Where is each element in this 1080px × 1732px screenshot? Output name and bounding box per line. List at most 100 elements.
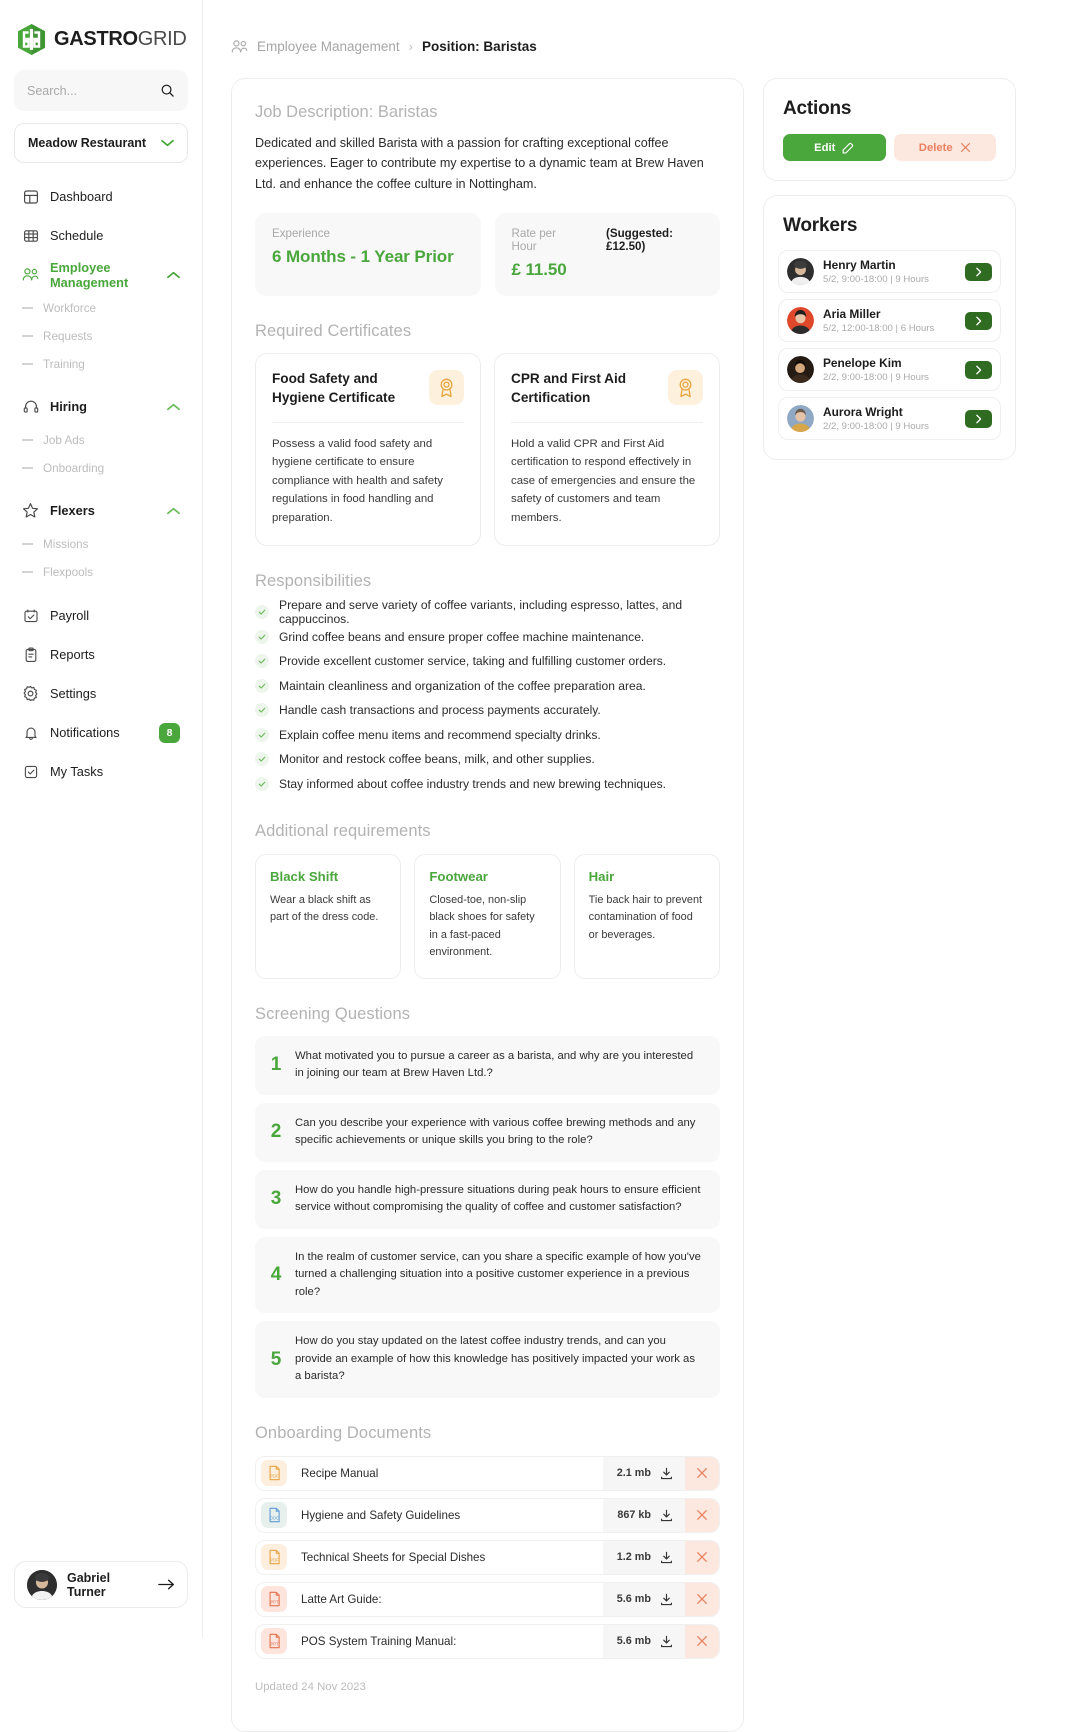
arrow-right-icon[interactable] bbox=[158, 1578, 175, 1591]
document-row[interactable]: PPT POS System Training Manual: 5.6 mb bbox=[255, 1623, 720, 1659]
screening-question: 2 Can you describe your experience with … bbox=[255, 1102, 720, 1162]
worker-detail-button[interactable] bbox=[965, 311, 992, 330]
certificates-section: Required Certificates Food Safety and Hy… bbox=[255, 322, 720, 547]
sidebar-item-job-ads[interactable]: Job Ads bbox=[14, 426, 188, 454]
delete-document-button[interactable] bbox=[685, 1624, 719, 1658]
delete-button-label: Delete bbox=[918, 141, 953, 154]
main-content: Employee Management › Position: Baristas… bbox=[203, 0, 1080, 1732]
download-icon[interactable] bbox=[660, 1509, 673, 1522]
responsibility-text: Prepare and serve variety of coffee vari… bbox=[279, 598, 683, 627]
sidebar-item-schedule[interactable]: Schedule bbox=[14, 216, 188, 255]
delete-document-button[interactable] bbox=[685, 1498, 719, 1532]
headset-icon bbox=[22, 398, 39, 415]
chevron-up-icon bbox=[167, 267, 180, 282]
sidebar-item-onboarding[interactable]: Onboarding bbox=[14, 454, 188, 482]
delete-document-button[interactable] bbox=[685, 1540, 719, 1574]
user-profile-card[interactable]: Gabriel Turner bbox=[14, 1561, 188, 1608]
pdf-file-icon: PDF bbox=[261, 1460, 287, 1487]
ppt-file-icon: PPT bbox=[261, 1628, 287, 1655]
delete-document-button[interactable] bbox=[685, 1582, 719, 1616]
sidebar-item-payroll[interactable]: Payroll bbox=[14, 596, 188, 635]
delete-document-button[interactable] bbox=[685, 1456, 719, 1490]
close-icon bbox=[697, 1510, 707, 1521]
svg-text:PDF: PDF bbox=[270, 1474, 279, 1479]
sidebar-item-flexers[interactable]: Flexers bbox=[14, 491, 188, 530]
sidebar-item-employee-management[interactable]: Employee Management bbox=[14, 255, 188, 294]
requirement-card: Hair Tie back hair to prevent contaminat… bbox=[573, 854, 720, 979]
document-row[interactable]: PPT Latte Art Guide: 5.6 mb bbox=[255, 1581, 720, 1617]
document-download[interactable]: 5.6 mb bbox=[602, 1624, 685, 1658]
chevron-right-icon bbox=[976, 414, 982, 423]
close-icon bbox=[697, 1468, 707, 1479]
search-placeholder: Search... bbox=[27, 83, 78, 98]
close-icon bbox=[960, 142, 970, 153]
sidebar-item-label: Notifications bbox=[50, 725, 120, 740]
worker-detail-button[interactable] bbox=[965, 262, 992, 281]
screening-question: 5 How do you stay updated on the latest … bbox=[255, 1321, 720, 1398]
sidebar-item-workforce[interactable]: Workforce bbox=[14, 294, 188, 322]
sidebar-item-training[interactable]: Training bbox=[14, 350, 188, 378]
download-icon[interactable] bbox=[660, 1551, 673, 1564]
rate-label: Rate per Hour bbox=[511, 227, 556, 254]
list-item: Explain coffee menu items and recommend … bbox=[255, 723, 720, 748]
requirement-description: Wear a black shift as part of the dress … bbox=[270, 894, 379, 924]
sidebar-item-label: Settings bbox=[50, 686, 97, 701]
page-title: Job Description: Baristas bbox=[255, 103, 438, 121]
rate-value: £ 11.50 bbox=[511, 260, 567, 280]
document-download[interactable]: 2.1 mb bbox=[602, 1456, 685, 1490]
requirement-description: Closed-toe, non-slip black shoes for saf… bbox=[429, 894, 535, 959]
logo-text-primary: GASTRO bbox=[54, 28, 138, 50]
app-logo[interactable]: GASTROGRID bbox=[14, 0, 188, 70]
document-download[interactable]: 1.2 mb bbox=[602, 1540, 685, 1574]
document-row[interactable]: PDF Technical Sheets for Special Dishes … bbox=[255, 1539, 720, 1575]
edit-button[interactable]: Edit bbox=[783, 134, 886, 161]
experience-stat: Experience 6 Months - 1 Year Prior bbox=[255, 213, 481, 297]
search-input[interactable]: Search... bbox=[14, 70, 188, 111]
responsibility-text: Grind coffee beans and ensure proper cof… bbox=[279, 629, 645, 644]
responsibility-text: Handle cash transactions and process pay… bbox=[279, 703, 601, 718]
certificate-description: Possess a valid food safety and hygiene … bbox=[272, 437, 443, 524]
question-text: Can you describe your experience with va… bbox=[295, 1116, 696, 1147]
star-icon bbox=[22, 502, 39, 519]
sidebar-item-requests[interactable]: Requests bbox=[14, 322, 188, 350]
delete-button[interactable]: Delete bbox=[893, 134, 996, 161]
worker-detail-button[interactable] bbox=[965, 409, 992, 428]
restaurant-selector[interactable]: Meadow Restaurant bbox=[14, 123, 188, 163]
job-description-card: Job Description: Baristas Dedicated and … bbox=[231, 78, 744, 1732]
sidebar-item-reports[interactable]: Reports bbox=[14, 635, 188, 674]
rate-suggested: (Suggested: £12.50) bbox=[606, 227, 673, 254]
sidebar-item-label: Reports bbox=[50, 647, 95, 662]
avatar bbox=[787, 258, 814, 285]
sidebar-item-dashboard[interactable]: Dashboard bbox=[14, 177, 188, 216]
sidebar-item-missions[interactable]: Missions bbox=[14, 530, 188, 558]
sidebar: GASTROGRID Search... Meadow Restaurant D… bbox=[0, 0, 203, 1637]
document-row[interactable]: DOC Hygiene and Safety Guidelines 867 kb bbox=[255, 1497, 720, 1533]
sidebar-item-settings[interactable]: Settings bbox=[14, 674, 188, 713]
svg-text:PPT: PPT bbox=[270, 1642, 278, 1647]
chevron-down-icon bbox=[161, 139, 174, 147]
document-download[interactable]: 5.6 mb bbox=[602, 1582, 685, 1616]
sidebar-item-my-tasks[interactable]: My Tasks bbox=[14, 752, 188, 791]
worker-row[interactable]: Henry Martin 5/2, 9:00-18:00 | 9 Hours bbox=[778, 250, 1001, 293]
avatar bbox=[787, 356, 814, 383]
sidebar-item-label: Payroll bbox=[50, 608, 90, 623]
worker-row[interactable]: Aurora Wright 2/2, 9:00-18:00 | 9 Hours bbox=[778, 397, 1001, 440]
document-row[interactable]: PDF Recipe Manual 2.1 mb bbox=[255, 1455, 720, 1491]
sidebar-item-notifications[interactable]: Notifications 8 bbox=[14, 713, 188, 752]
document-download[interactable]: 867 kb bbox=[603, 1498, 685, 1532]
avatar bbox=[27, 1569, 57, 1600]
sidebar-item-hiring[interactable]: Hiring bbox=[14, 387, 188, 426]
dash-icon bbox=[22, 363, 33, 365]
worker-detail-button[interactable] bbox=[965, 360, 992, 379]
worker-row[interactable]: Aria Miller 5/2, 12:00-18:00 | 6 Hours bbox=[778, 299, 1001, 342]
question-number: 5 bbox=[270, 1348, 282, 1370]
sidebar-item-flexpools[interactable]: Flexpools bbox=[14, 558, 188, 586]
logo-text-secondary: GRID bbox=[137, 28, 187, 50]
download-icon[interactable] bbox=[660, 1593, 673, 1606]
download-icon[interactable] bbox=[660, 1467, 673, 1480]
worker-row[interactable]: Penelope Kim 2/2, 9:00-18:00 | 9 Hours bbox=[778, 348, 1001, 391]
user-profile-name: Gabriel Turner bbox=[67, 1570, 111, 1599]
question-number: 4 bbox=[270, 1264, 282, 1286]
certificate-description: Hold a valid CPR and First Aid certifica… bbox=[511, 437, 696, 524]
breadcrumb-parent[interactable]: Employee Management bbox=[257, 39, 400, 54]
